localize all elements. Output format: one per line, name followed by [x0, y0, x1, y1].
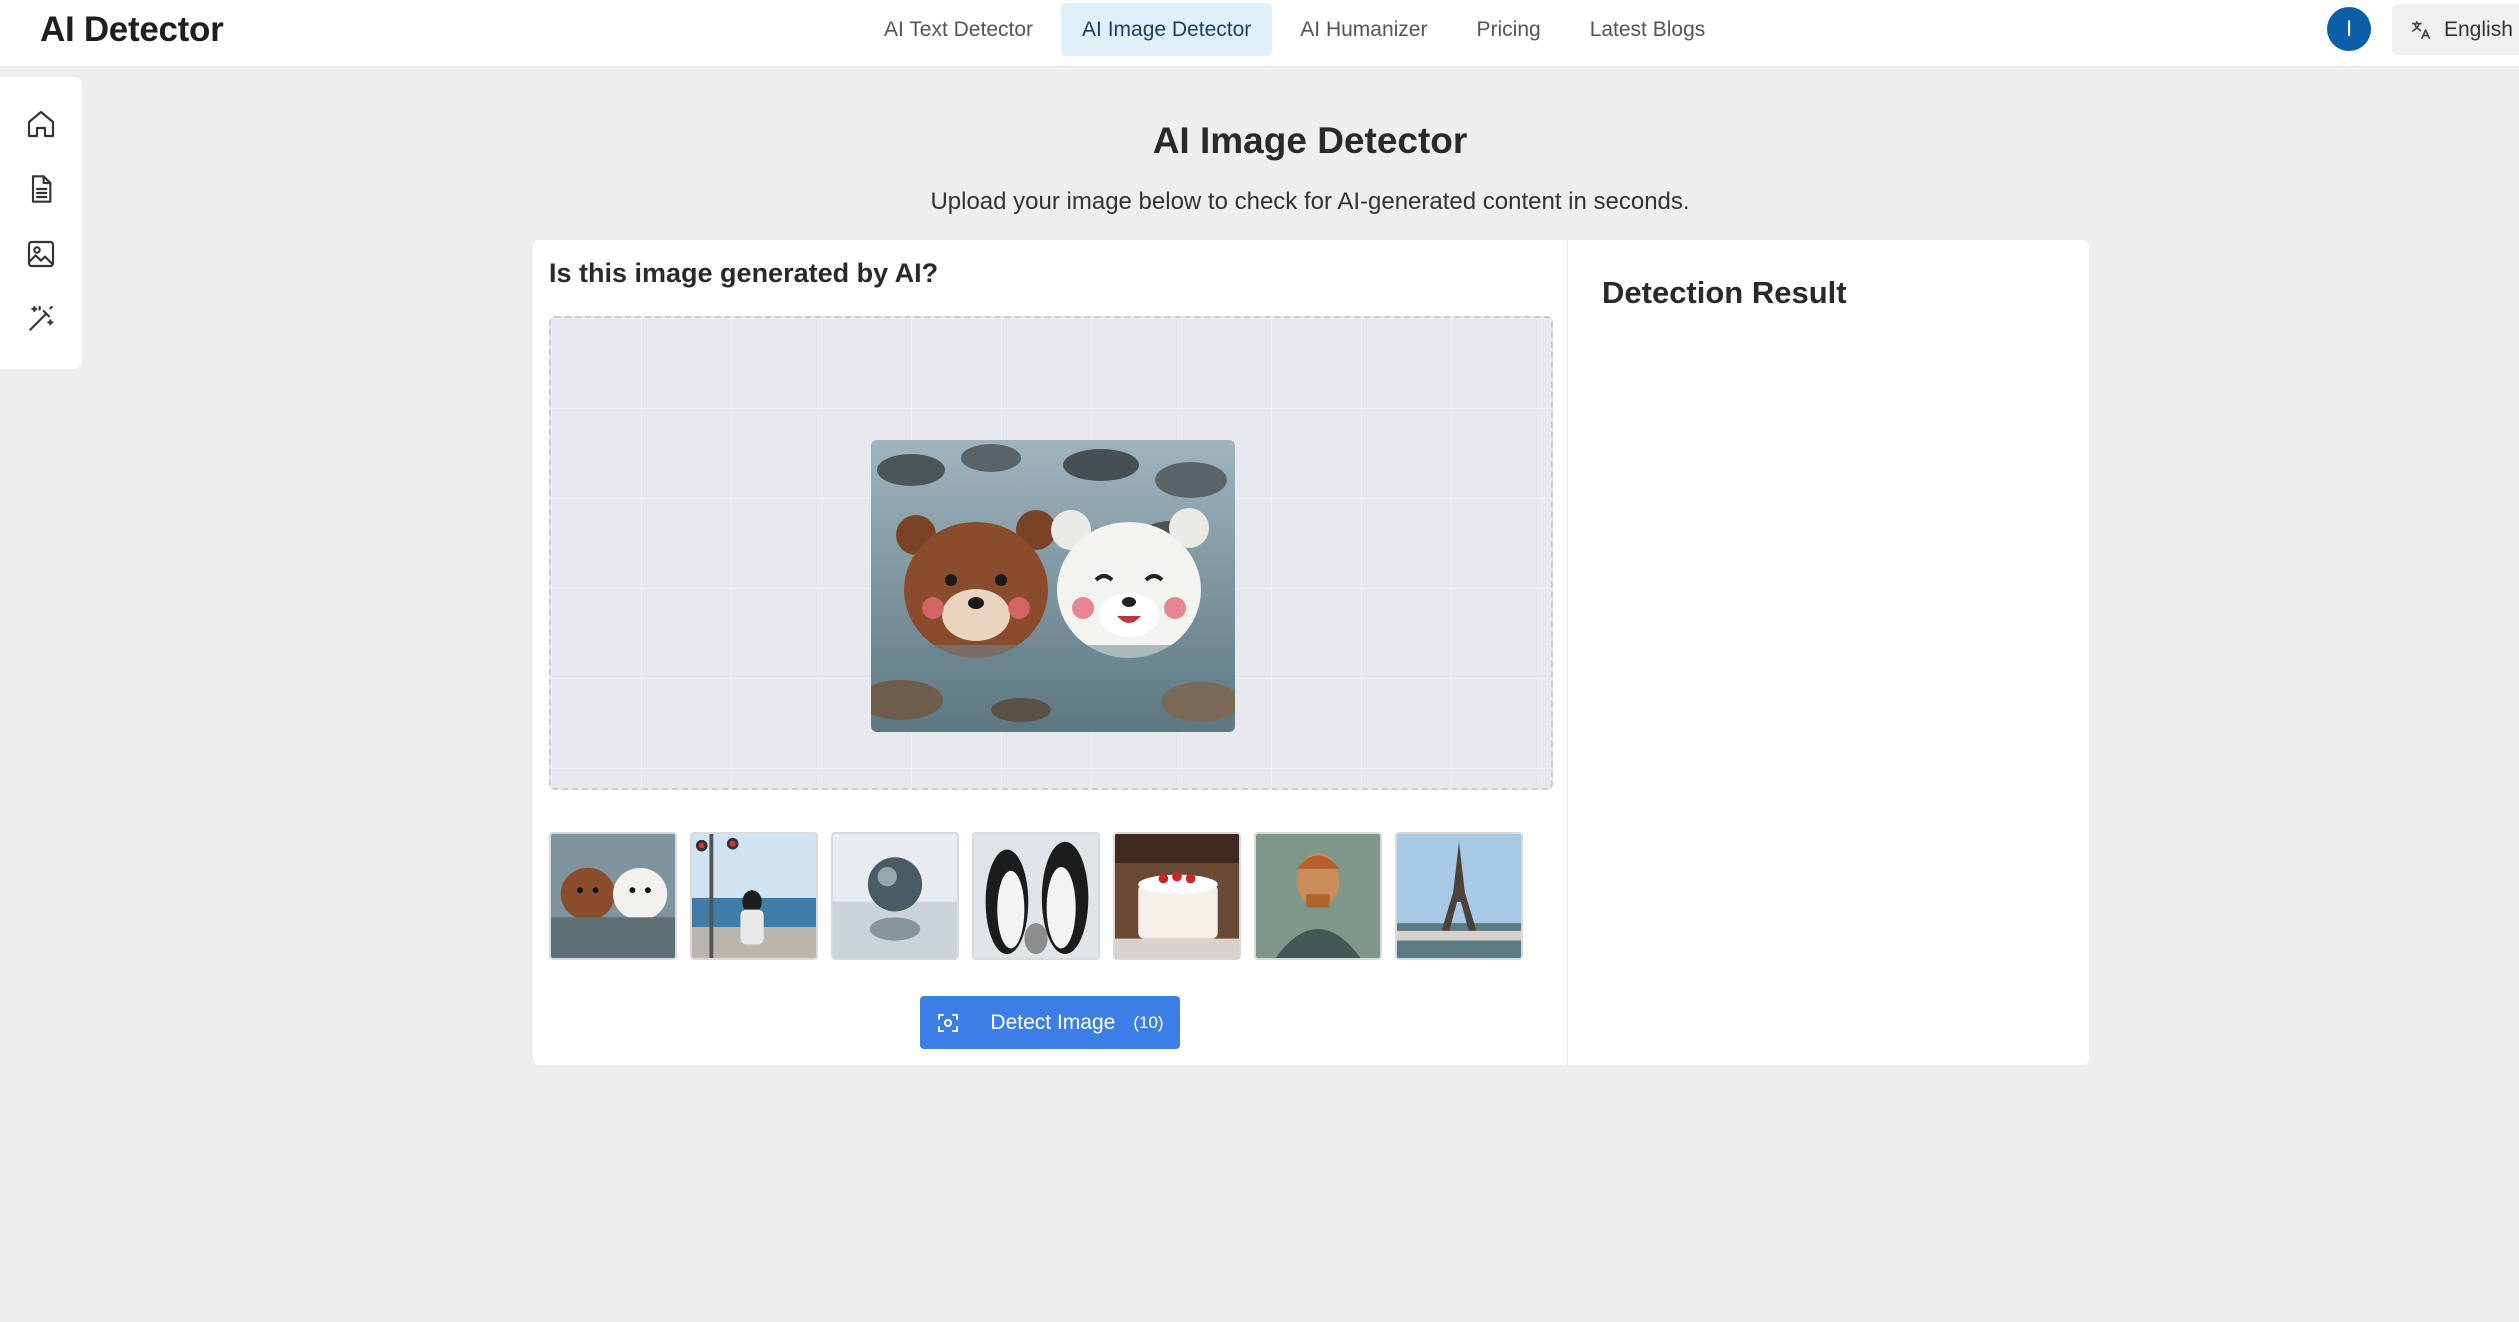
image-icon — [27, 240, 55, 267]
page-title: AI Image Detector — [1152, 120, 1468, 161]
sample-image-5[interactable] — [1113, 832, 1241, 960]
sample-images — [549, 832, 1523, 960]
girl-by-sea-thumbnail — [692, 834, 816, 958]
nav-pricing[interactable]: Pricing — [1455, 3, 1561, 56]
sample-image-1[interactable] — [549, 832, 677, 960]
language-selector[interactable]: English — [2392, 4, 2519, 55]
bears-thumbnail — [551, 834, 675, 958]
sample-image-6[interactable] — [1254, 832, 1382, 960]
sample-image-2[interactable] — [690, 832, 818, 960]
sample-image-4[interactable] — [972, 832, 1100, 960]
eiffel-tower-thumbnail — [1397, 834, 1521, 958]
nav-ai-image-detector[interactable]: AI Image Detector — [1061, 3, 1273, 56]
upload-pane: Is this image generated by AI? Detect Im… — [533, 240, 1568, 1065]
nav-ai-text-detector[interactable]: AI Text Detector — [863, 3, 1054, 56]
cake-thumbnail — [1115, 834, 1239, 958]
detect-button-label: Detect Image — [990, 1010, 1116, 1034]
top-bar: AI Detector AI Text Detector AI Image De… — [0, 0, 2519, 67]
translate-icon — [2411, 20, 2431, 39]
detect-image-button[interactable]: Detect Image (10) — [920, 996, 1180, 1049]
nav-latest-blogs[interactable]: Latest Blogs — [1569, 3, 1727, 56]
scan-icon — [938, 1013, 959, 1032]
portrait-painting-thumbnail — [1256, 834, 1380, 958]
image-drop-zone[interactable] — [549, 316, 1553, 790]
sample-image-7[interactable] — [1395, 832, 1523, 960]
crystal-ball-thumbnail — [833, 834, 957, 958]
bears-in-water-image — [871, 440, 1235, 732]
detect-credits-count: (10) — [1133, 1012, 1164, 1032]
sample-image-3[interactable] — [831, 832, 959, 960]
brand-logo[interactable]: AI Detector — [40, 10, 224, 50]
preview-image — [871, 440, 1235, 732]
main-nav: AI Text Detector AI Image Detector AI Hu… — [863, 3, 1733, 56]
detector-question: Is this image generated by AI? — [549, 258, 939, 288]
detector-card: Is this image generated by AI? Detect Im… — [533, 240, 2089, 1065]
result-title: Detection Result — [1602, 275, 1847, 310]
sidebar-item-image[interactable] — [23, 236, 59, 271]
magic-wand-icon — [29, 305, 54, 331]
nav-ai-humanizer[interactable]: AI Humanizer — [1279, 3, 1448, 56]
language-label: English — [2444, 17, 2513, 41]
user-avatar[interactable]: I — [2327, 7, 2371, 51]
sidebar-item-humanizer[interactable] — [23, 301, 59, 336]
page-subtitle: Upload your image below to check for AI-… — [930, 188, 1690, 215]
result-pane: Detection Result — [1568, 240, 2089, 1065]
penguins-thumbnail — [974, 834, 1098, 958]
